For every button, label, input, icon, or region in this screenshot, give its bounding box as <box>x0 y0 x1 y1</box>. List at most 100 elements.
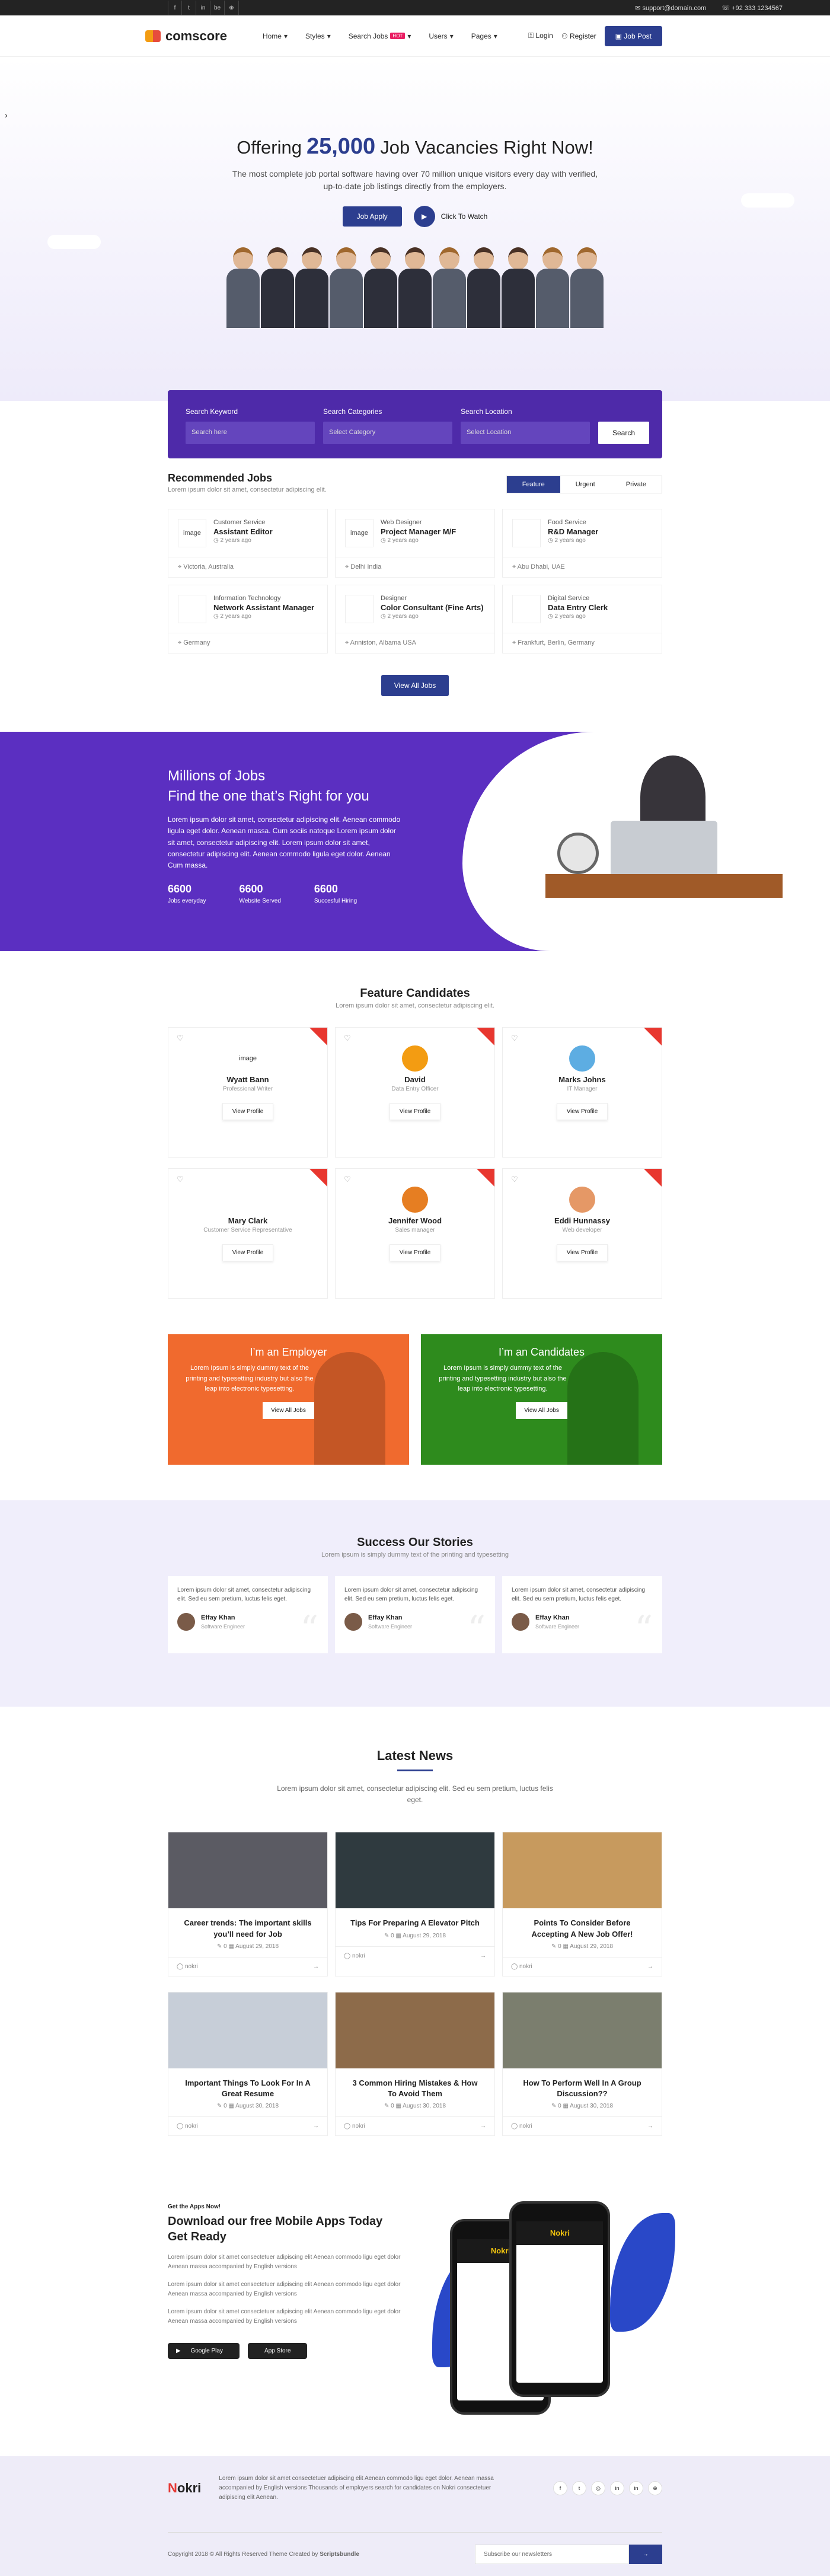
job-info: Digital Service Data Entry Clerk ◷ 2 years… <box>548 595 608 623</box>
linkedin-icon[interactable]: in <box>196 1 210 15</box>
login-link[interactable]: ⚿ Login <box>528 31 553 40</box>
news-title[interactable]: Career trends: The important skills you’… <box>168 1908 327 1943</box>
logo-letter: o <box>177 2481 186 2496</box>
news-card[interactable]: Career trends: The important skills you’… <box>168 1832 328 1976</box>
phone-link[interactable]: ☏ +92 333 1234567 <box>722 4 783 12</box>
job-card[interactable]: image Web Designer Project Manager M/F ◷ 2 … <box>335 509 495 578</box>
tab-urgent[interactable]: Urgent <box>560 476 611 493</box>
news-title[interactable]: 3 Common Hiring Mistakes & How To Avoid … <box>336 2068 494 2103</box>
logo-letter: kri <box>185 2481 202 2496</box>
job-card[interactable]: Information Technology Network Assistant … <box>168 585 328 653</box>
mobile-apps-section: Get the Apps Now! Download our free Mobi… <box>0 2136 830 2456</box>
news-title[interactable]: Points To Consider Before Accepting A Ne… <box>503 1908 662 1943</box>
job-card[interactable]: Digital Service Data Entry Clerk ◷ 2 years… <box>502 585 662 653</box>
arrow-right-icon[interactable]: → <box>313 2123 319 2129</box>
facebook-icon[interactable]: f <box>168 1 182 15</box>
newsletter-submit-button[interactable]: → <box>629 2545 662 2565</box>
featured-ribbon <box>309 1028 327 1045</box>
location-select[interactable]: Select Location <box>461 422 590 444</box>
job-title[interactable]: Color Consultant (Fine Arts) <box>381 603 484 612</box>
view-all-jobs-button[interactable]: View All Jobs <box>516 1401 567 1419</box>
avatar <box>569 1187 595 1213</box>
news-card[interactable]: Important Things To Look For In A Great … <box>168 1991 328 2137</box>
linkedin-icon[interactable]: in <box>629 2481 643 2496</box>
menu-pages[interactable]: Pages ▾ <box>471 32 497 40</box>
heart-icon[interactable]: ♡ <box>177 1175 184 1184</box>
keyword-input[interactable]: Search here <box>186 422 315 444</box>
menu-search-jobs[interactable]: Search Jobs HOT ▾ <box>349 32 411 40</box>
news-card[interactable]: How To Perform Well In A Group Discussio… <box>502 1991 662 2137</box>
google-play-button[interactable]: ▶ Google Play <box>168 2343 240 2360</box>
tab-feature[interactable]: Feature <box>506 476 560 493</box>
behance-icon[interactable]: be <box>210 1 225 15</box>
job-category: Web Designer <box>381 519 422 526</box>
job-card[interactable]: Designer Color Consultant (Fine Arts) ◷ 2 … <box>335 585 495 653</box>
view-profile-button[interactable]: View Profile <box>389 1103 441 1120</box>
newsletter-input[interactable]: Subscribe our newsletters <box>475 2545 629 2565</box>
stat-label: Website Served <box>239 898 281 905</box>
search-button[interactable]: Search <box>598 422 650 444</box>
candidate-card: ♡ image Wyatt Bann Professional Writer View … <box>168 1027 328 1158</box>
view-profile-button[interactable]: View Profile <box>222 1103 274 1120</box>
heart-icon[interactable]: ♡ <box>177 1034 184 1043</box>
arrow-right-icon[interactable]: → <box>647 1963 653 1970</box>
footer-logo[interactable]: Nokri <box>168 2481 201 2496</box>
leaf-decoration <box>610 2213 676 2332</box>
facebook-icon[interactable]: f <box>553 2481 567 2496</box>
chevron-right-icon[interactable]: › <box>5 110 8 120</box>
job-title[interactable]: Assistant Editor <box>213 527 273 536</box>
view-profile-button[interactable]: View Profile <box>222 1244 274 1261</box>
menu-users[interactable]: Users ▾ <box>429 32 453 40</box>
view-all-jobs-button[interactable]: View All Jobs <box>381 675 449 696</box>
job-card[interactable]: image Customer Service Assistant Editor ◷ 2… <box>168 509 328 578</box>
heart-icon[interactable]: ♡ <box>344 1034 351 1043</box>
brand-link[interactable]: Scriptsbundle <box>320 2551 359 2558</box>
job-card[interactable]: Food Service R&D Manager ◷ 2 years ago ⌖ Ab… <box>502 509 662 578</box>
main-navbar: comscore Home ▾ Styles ▾ Search Jobs HOT ▾ U… <box>0 15 830 57</box>
news-image <box>503 1992 662 2068</box>
view-profile-button[interactable]: View Profile <box>556 1244 608 1261</box>
watch-video-button[interactable]: ▶ Click To Watch <box>413 206 487 227</box>
view-all-jobs-button[interactable]: View All Jobs <box>263 1401 314 1419</box>
job-apply-button[interactable]: Job Apply <box>342 206 402 227</box>
news-title[interactable]: Tips For Preparing A Elevator Pitch <box>336 1908 494 1932</box>
job-title[interactable]: Data Entry Clerk <box>548 603 608 612</box>
menu-styles[interactable]: Styles ▾ <box>305 32 331 40</box>
job-title[interactable]: Project Manager M/F <box>381 527 456 536</box>
category-select[interactable]: Select Category <box>323 422 452 444</box>
news-title[interactable]: How To Perform Well In A Group Discussio… <box>503 2068 662 2103</box>
site-logo[interactable]: comscore <box>145 28 227 44</box>
job-title[interactable]: Network Assistant Manager <box>213 603 314 612</box>
job-post-button[interactable]: ▣ Job Post <box>604 25 662 46</box>
arrow-right-icon[interactable]: → <box>480 1953 486 1959</box>
view-profile-button[interactable]: View Profile <box>389 1244 441 1261</box>
job-title[interactable]: R&D Manager <box>548 527 598 536</box>
dribbble-icon[interactable]: ⊕ <box>225 1 239 15</box>
dribbble-icon[interactable]: ⊕ <box>648 2481 662 2496</box>
menu-home[interactable]: Home ▾ <box>263 32 288 40</box>
arrow-right-icon[interactable]: → <box>647 2123 653 2129</box>
arrow-right-icon[interactable]: → <box>480 2123 486 2129</box>
view-profile-button[interactable]: View Profile <box>556 1103 608 1120</box>
calendar-icon: ▦ <box>561 1943 570 1950</box>
location-label: Search Location <box>461 407 512 416</box>
apps-paragraph: Lorem ipsum dolor sit amet consectetuer … <box>168 2281 401 2298</box>
chevron-down-icon: ▾ <box>407 31 411 40</box>
heart-icon[interactable]: ♡ <box>511 1034 518 1043</box>
heart-icon[interactable]: ♡ <box>511 1175 518 1184</box>
news-card[interactable]: 3 Common Hiring Mistakes & How To Avoid … <box>335 1991 495 2137</box>
author-name: Effay Khan <box>368 1614 403 1621</box>
twitter-icon[interactable]: t <box>182 1 196 15</box>
register-link[interactable]: ⚇ Register <box>561 32 596 40</box>
news-card[interactable]: Tips For Preparing A Elevator Pitch ✎ 0 ▦… <box>335 1832 495 1976</box>
email-link[interactable]: ✉ support@domain.com <box>635 4 706 12</box>
linkedin-icon[interactable]: in <box>610 2481 624 2496</box>
instagram-icon[interactable]: ◎ <box>591 2481 605 2496</box>
heart-icon[interactable]: ♡ <box>344 1175 351 1184</box>
news-title[interactable]: Important Things To Look For In A Great … <box>168 2068 327 2103</box>
tab-private[interactable]: Private <box>611 476 662 493</box>
arrow-right-icon[interactable]: → <box>313 1963 319 1970</box>
app-store-button[interactable]: App Store <box>247 2343 308 2360</box>
news-card[interactable]: Points To Consider Before Accepting A Ne… <box>502 1832 662 1976</box>
twitter-icon[interactable]: t <box>572 2481 586 2496</box>
